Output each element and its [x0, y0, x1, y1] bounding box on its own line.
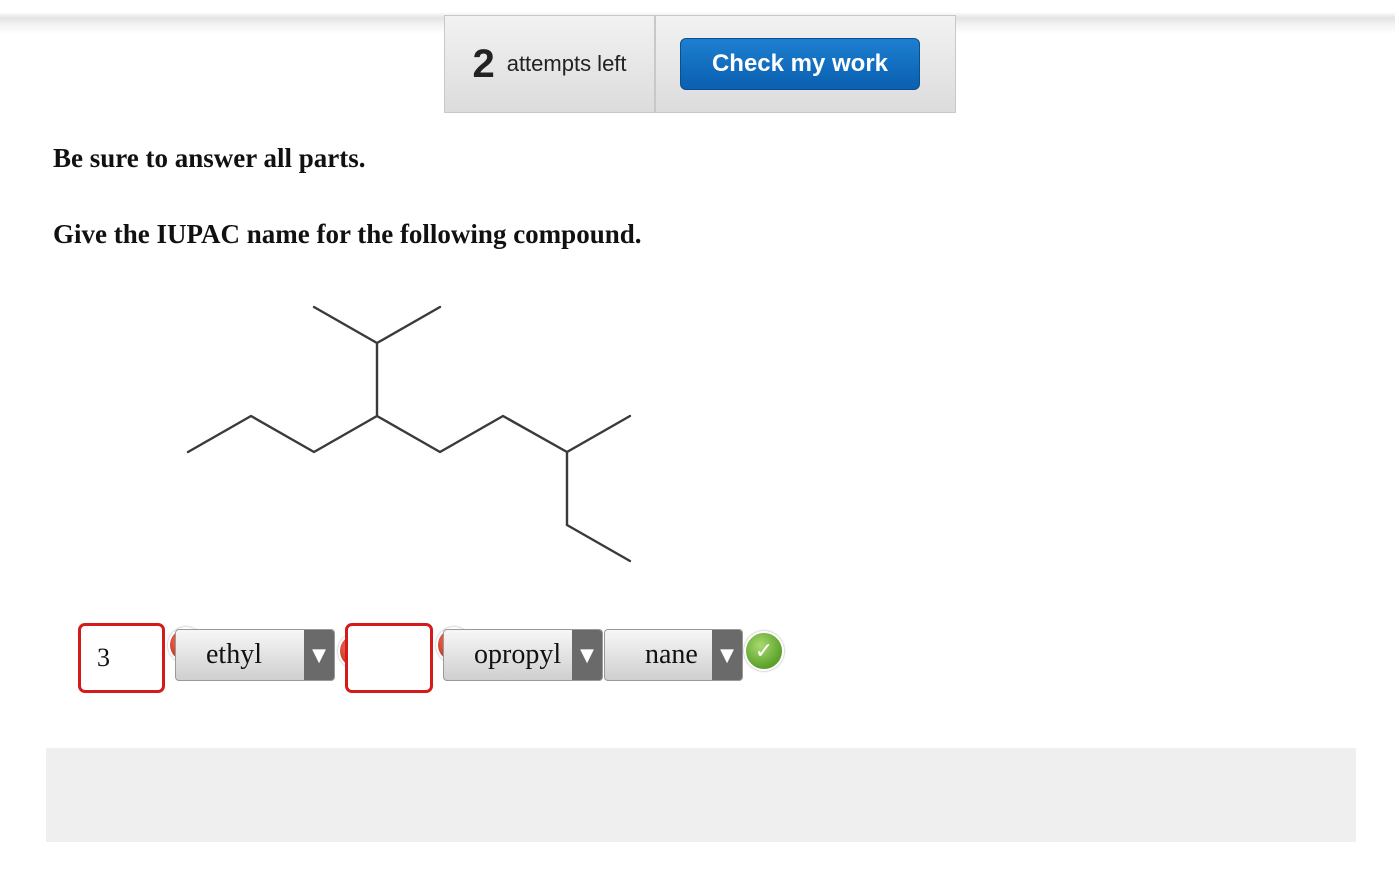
parent-chain-select[interactable]: nane ▼: [604, 629, 743, 681]
ethyl-end-bond: [565, 523, 632, 563]
dropdown-arrow-icon: ▼: [304, 630, 334, 680]
feedback-panel: [46, 748, 1356, 842]
isopropyl-methyl-left-bond: [312, 305, 379, 345]
parent-chain-select-value: nane: [645, 639, 698, 670]
locant-input-2[interactable]: [345, 623, 433, 693]
isopropyl-methyl-right-bond: [375, 305, 442, 345]
methyl-branch-bond: [565, 414, 632, 454]
substituent-select-1-value: ethyl: [206, 639, 262, 670]
main-chain-bonds: [186, 414, 569, 454]
substituent-select-2[interactable]: opropyl ▼: [443, 629, 603, 681]
dropdown-arrow-icon: ▼: [572, 630, 602, 680]
substituent-select-2-value: opropyl: [474, 639, 562, 670]
dropdown-arrow-icon: ▼: [712, 630, 742, 680]
substituent-select-1[interactable]: ethyl ▼: [175, 629, 335, 681]
check-circle-icon: ✓: [744, 631, 784, 671]
locant-input-1[interactable]: 3: [78, 623, 165, 693]
